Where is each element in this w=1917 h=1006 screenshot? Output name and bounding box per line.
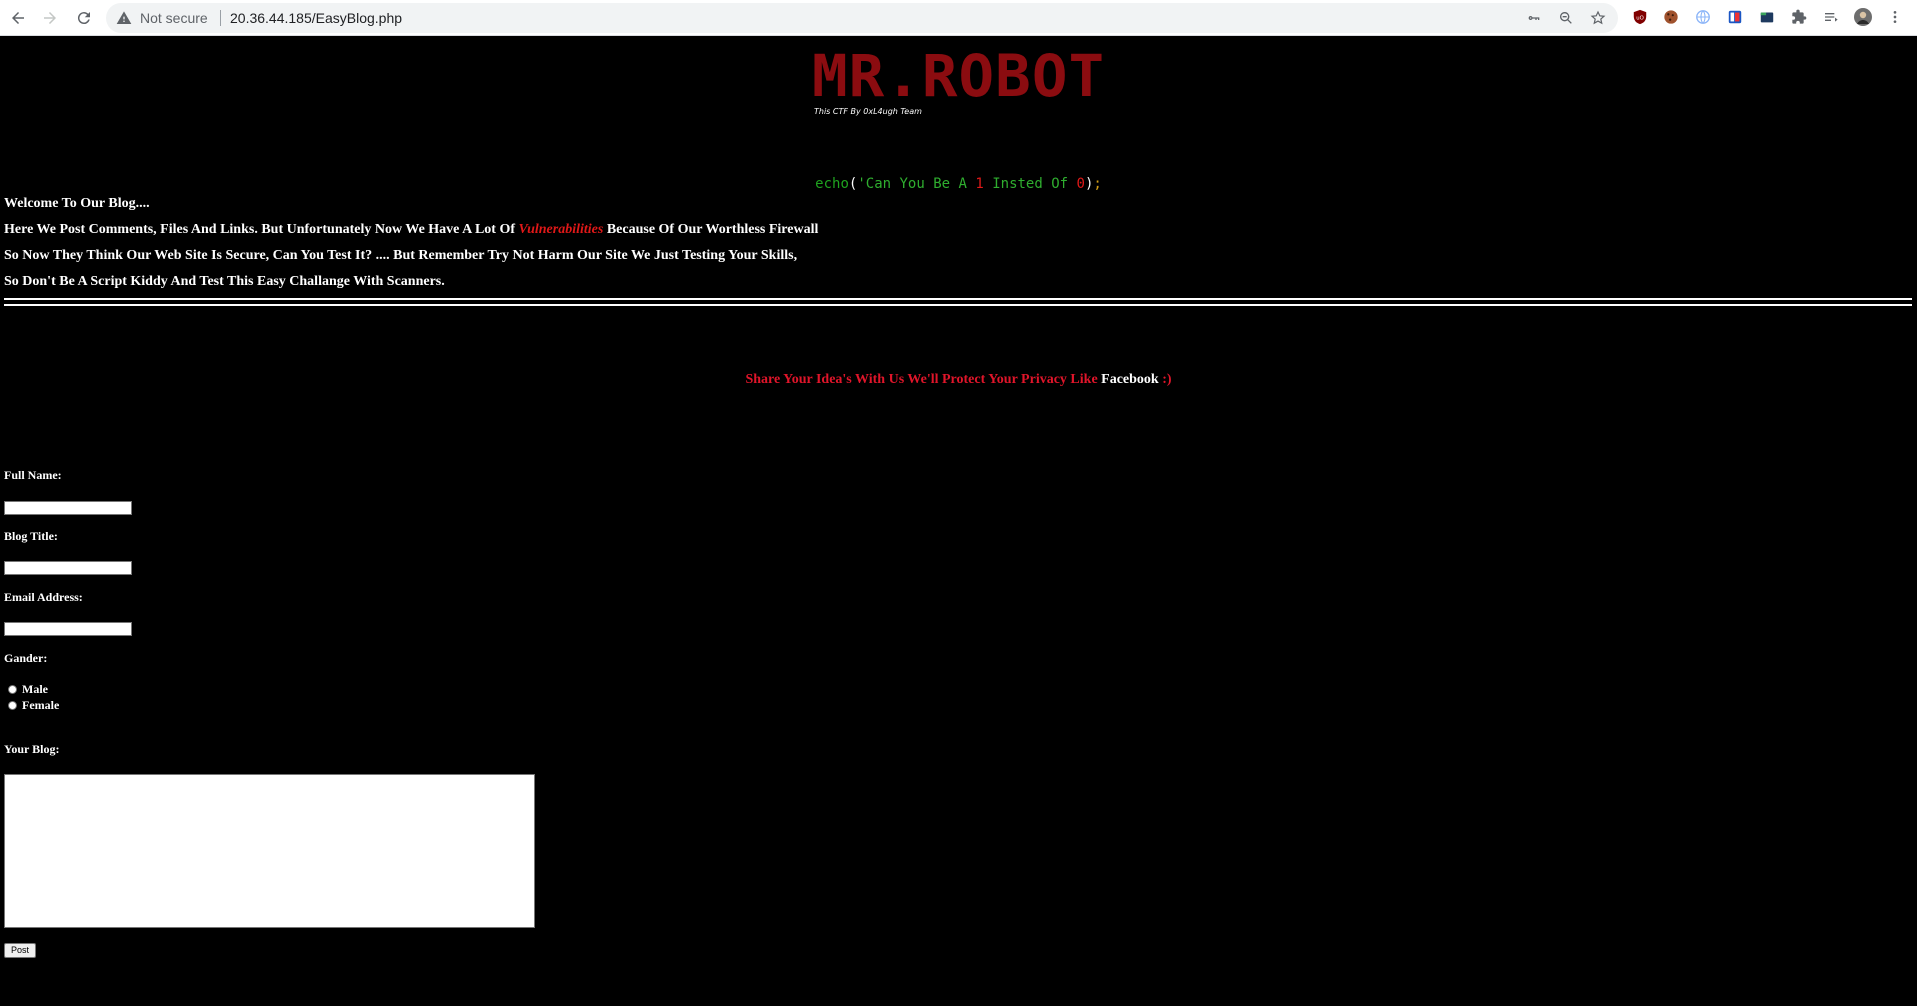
gender-label: Gander: [4,651,48,665]
reading-list-icon[interactable] [1822,8,1840,26]
puzzle-extensions-icon[interactable] [1790,8,1808,26]
welcome-line: Welcome To Our Blog.... [4,196,150,211]
email-input[interactable] [4,622,132,636]
page-body: MR.ROBOT This CTF By 0xL4ugh Team echo('… [0,36,1917,1006]
security-status[interactable]: Not secure [140,10,208,26]
cookie-extension-icon[interactable] [1662,8,1680,26]
vulnerabilities-line-pre: Here We Post Comments, Files And Links. … [4,222,519,237]
echo-semicolon: ; [1093,176,1102,192]
echo-text-1: Can You Be A [865,176,976,192]
female-radio-label: Female [22,698,60,712]
ublock-extension-icon[interactable]: uO [1631,8,1649,26]
echo-keyword: echo [815,176,849,192]
svg-text:uO: uO [1636,16,1644,22]
warning-icon[interactable] [116,10,132,26]
arrow-right-icon [44,12,56,24]
echo-quote: ' [857,176,866,192]
echo-text-2: Insted Of [983,176,1077,192]
script-kiddy-line: So Don't Be A Script Kiddy And Test This… [4,274,445,289]
profile-avatar[interactable] [1854,8,1872,26]
folder-extension-icon[interactable] [1758,8,1776,26]
full-name-label: Full Name: [4,468,62,482]
post-button[interactable]: Post [4,943,37,958]
echo-code-line: echo('Can You Be A 1 Insted Of 0); [0,175,1917,193]
menu-kebab-icon[interactable] [1886,8,1904,26]
zoom-icon[interactable] [1558,10,1574,26]
blog-textarea[interactable] [4,774,535,928]
share-banner: Share Your Idea's With Us We'll Protect … [0,371,1917,389]
email-label: Email Address: [4,590,83,604]
flag-extension-icon[interactable] [1726,8,1744,26]
male-radio-label: Male [22,682,48,696]
logo-subtitle: This CTF By 0xL4ugh Team [814,107,922,116]
gender-option-male[interactable]: Male [8,682,48,696]
arrow-left-icon [12,12,24,24]
facebook-label: Facebook [1101,372,1159,387]
gender-option-female[interactable]: Female [8,698,59,712]
site-logo: MR.ROBOT [812,42,1106,110]
back-button[interactable] [6,6,30,30]
share-text: Share Your Idea's With Us We'll Protect … [745,372,1102,387]
browser-toolbar: Not secure 20.36.44.185/EasyBlog.php uO [0,0,1917,36]
vulnerabilities-highlight: Vulnerabilities [518,222,604,237]
echo-zero: 0 [1076,176,1085,192]
vulnerabilities-line: Here We Post Comments, Files And Links. … [4,221,818,239]
bookmark-star-icon[interactable] [1590,10,1606,26]
echo-one: 1 [975,176,984,192]
vulnerabilities-line-post: Because Of Our Worthless Firewall [603,222,819,237]
your-blog-label: Your Blog: [4,742,60,756]
full-name-input[interactable] [4,501,132,515]
url-text[interactable]: 20.36.44.185/EasyBlog.php [230,10,402,26]
male-radio[interactable] [8,684,17,694]
blog-title-label: Blog Title: [4,529,58,543]
address-bar[interactable]: Not secure 20.36.44.185/EasyBlog.php [106,3,1618,33]
share-smile: :) [1158,372,1172,387]
reload-button[interactable] [72,6,96,30]
test-site-line: So Now They Think Our Web Site Is Secure… [4,248,798,263]
address-divider [220,10,221,26]
key-icon[interactable] [1526,10,1542,26]
blog-title-input[interactable] [4,561,132,575]
forward-button[interactable] [38,6,62,30]
reload-icon [77,12,90,25]
globe-extension-icon[interactable] [1694,8,1712,26]
divider-top [4,298,1912,300]
divider-bottom [4,304,1912,306]
female-radio[interactable] [8,700,17,710]
